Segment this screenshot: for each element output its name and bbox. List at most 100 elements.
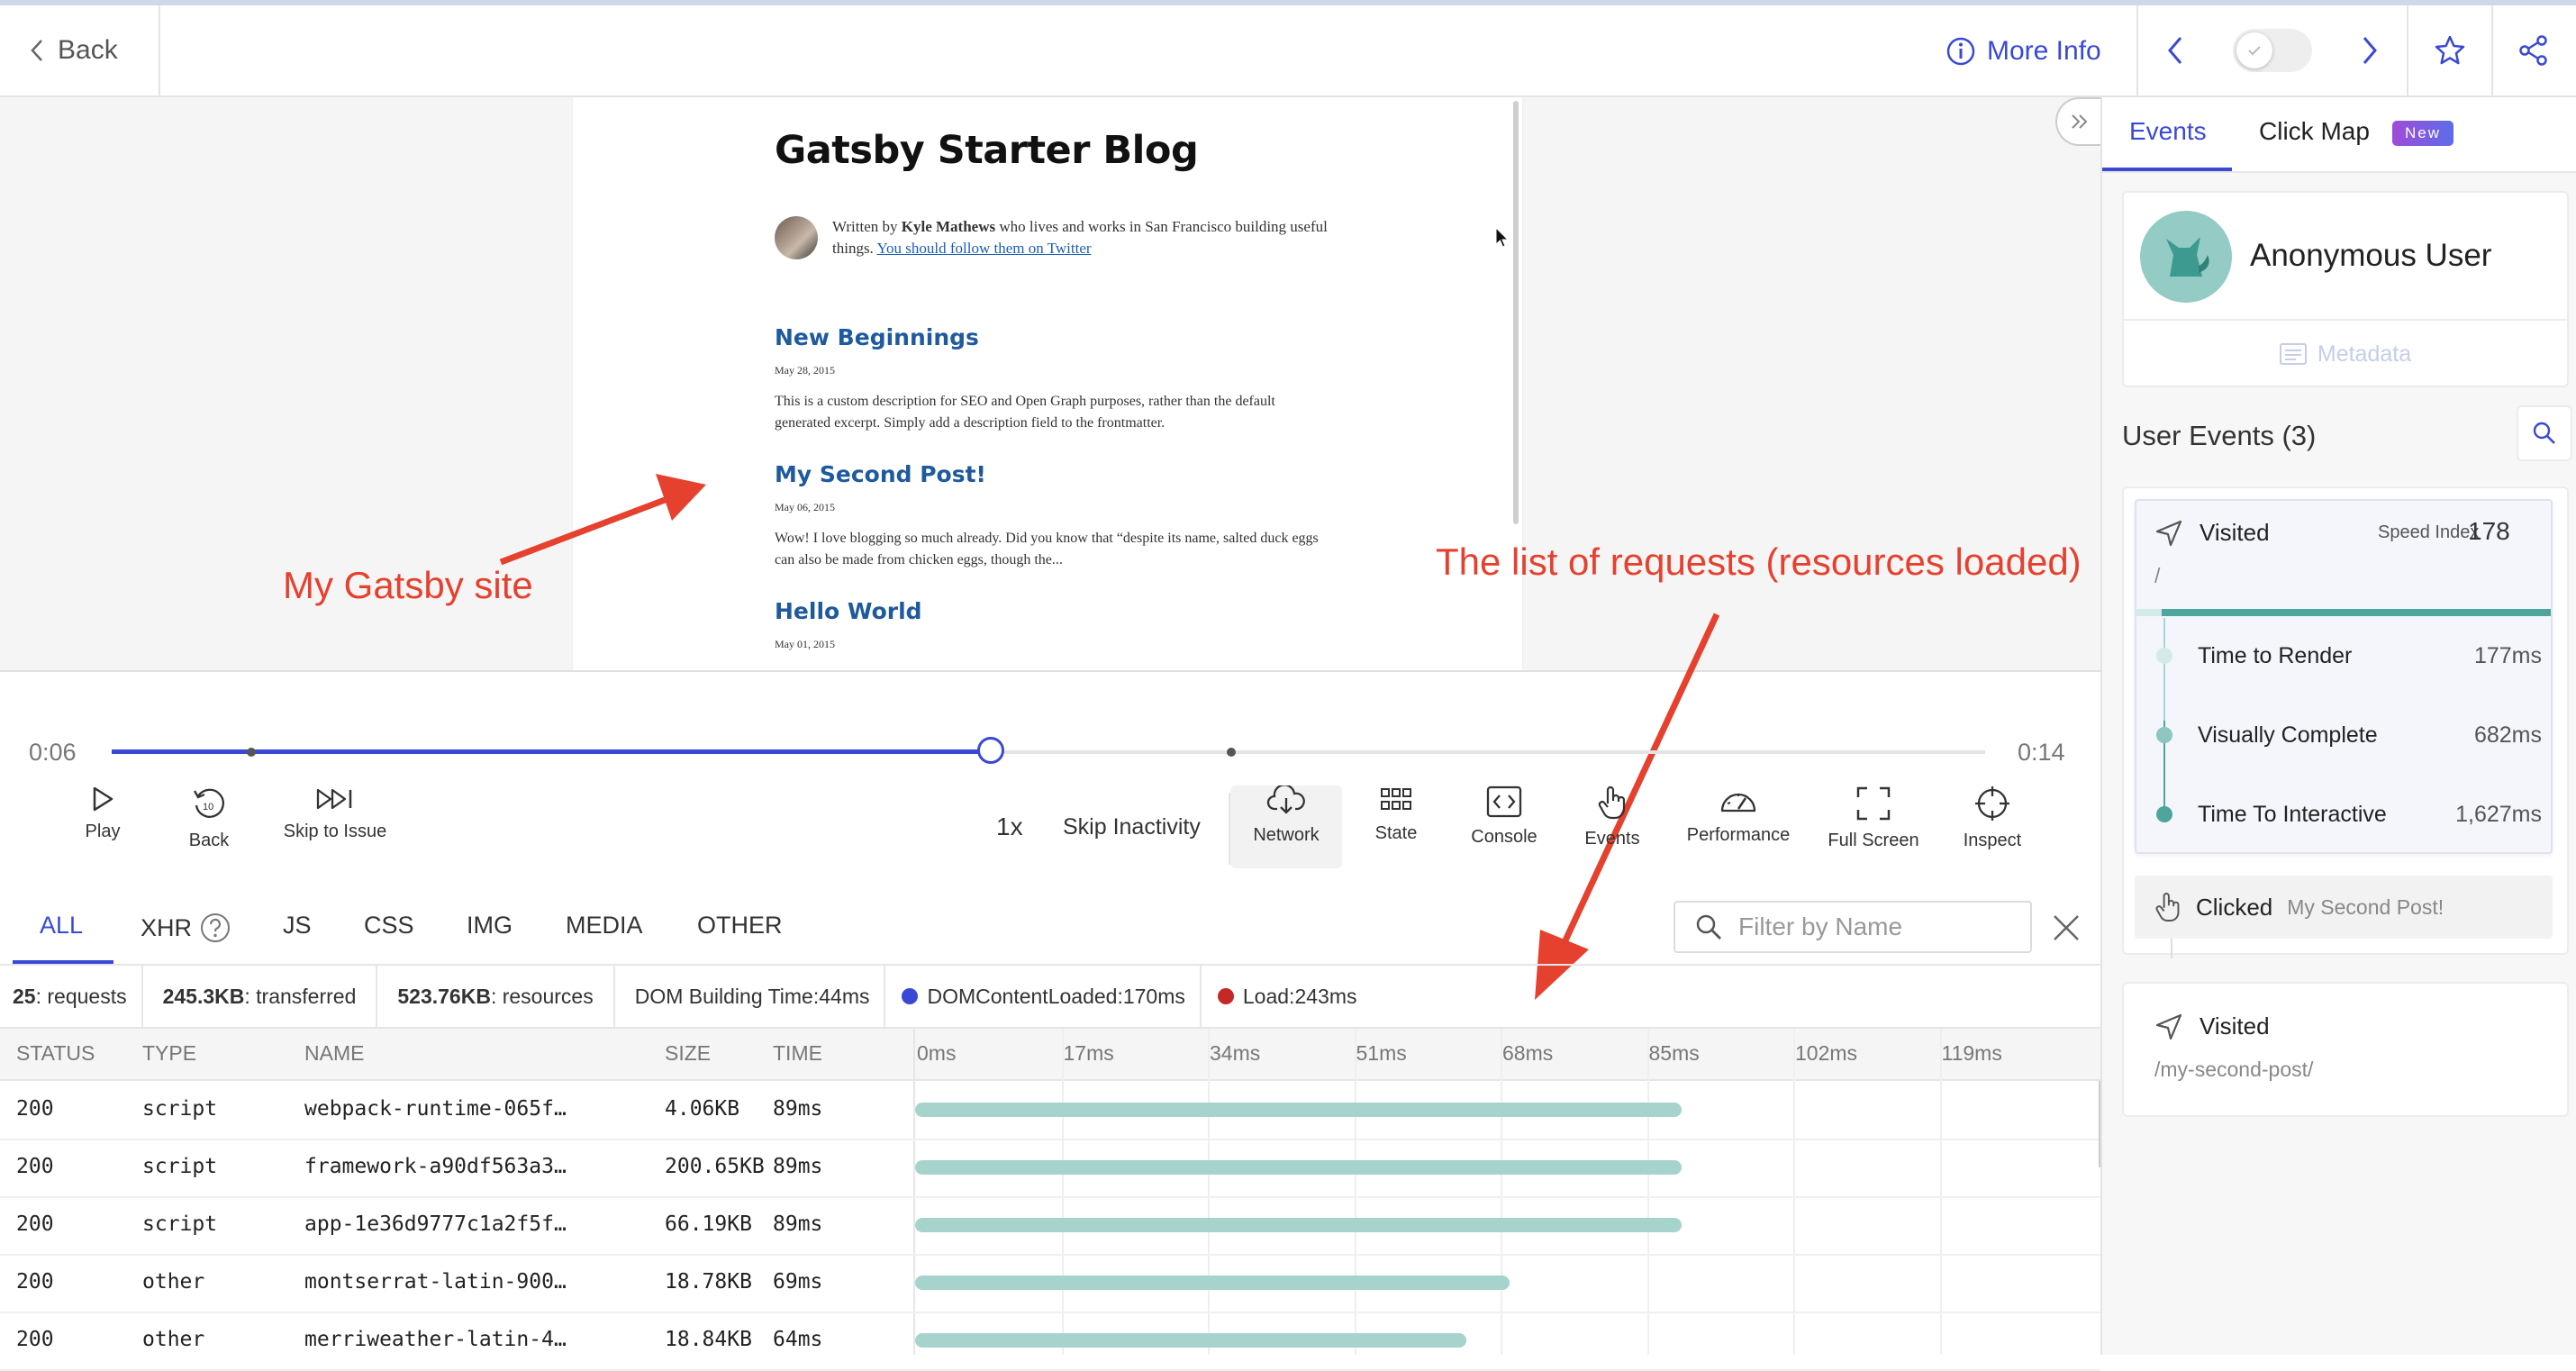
cell-time: 64ms — [773, 1328, 823, 1351]
tab-events[interactable]: Events — [2129, 117, 2207, 146]
close-network-panel-icon[interactable] — [2050, 912, 2082, 944]
skip-to-issue-label: Skip to Issue — [283, 822, 387, 841]
full-screen-button[interactable]: Full Screen — [1819, 785, 1927, 868]
summary-load-value: 243ms — [1294, 984, 1357, 1008]
tab-click-map[interactable]: Click Map — [2259, 117, 2370, 146]
code-brackets-icon — [1486, 785, 1522, 818]
waterfall-tick-label: 102ms — [1795, 1041, 1858, 1065]
filter-by-name-input[interactable]: Filter by Name — [1673, 901, 2032, 953]
author-bio: Written by Kyle Mathews who lives and wo… — [775, 216, 1337, 259]
performance-tool-button[interactable]: Performance — [1679, 785, 1798, 868]
column-header-name[interactable]: NAME — [304, 1041, 364, 1066]
post-date: May 06, 2015 — [775, 501, 835, 513]
timeline-event-marker[interactable] — [1227, 748, 1236, 757]
skip-to-issue-button[interactable]: Skip to Issue — [281, 785, 389, 868]
tab-js[interactable]: JS — [283, 912, 312, 940]
waterfall-tick-label: 0ms — [917, 1041, 957, 1065]
cell-time: 89ms — [773, 1212, 823, 1236]
summary-requests-value: 25 — [13, 984, 36, 1008]
cell-type: script — [142, 1097, 218, 1121]
tab-css[interactable]: CSS — [364, 912, 414, 940]
tab-xhr-label: XHR — [141, 913, 193, 941]
waterfall-bar[interactable] — [915, 1160, 1682, 1175]
clicked-event-row[interactable]: Clicked My Second Post! — [2135, 876, 2553, 939]
post-title-link[interactable]: Hello World — [775, 598, 922, 624]
column-header-status[interactable]: STATUS — [16, 1041, 95, 1066]
recorded-page: Gatsby Starter Blog Written by Kyle Math… — [573, 97, 1522, 670]
total-time: 0:14 — [2018, 739, 2065, 766]
twitter-link[interactable]: You should follow them on Twitter — [876, 240, 1091, 257]
annotation-requests-list: The list of requests (resources loaded) — [1436, 540, 2082, 583]
timeline-event-marker[interactable] — [247, 748, 256, 757]
post-date: May 28, 2015 — [775, 364, 835, 377]
metric-value: 1,627ms — [2455, 802, 2542, 827]
search-events-button[interactable] — [2517, 405, 2572, 461]
events-label: Events — [1584, 829, 1640, 849]
skip-inactivity-toggle[interactable]: Skip Inactivity — [1063, 814, 1201, 840]
svg-text:10: 10 — [203, 802, 213, 813]
network-tool-button[interactable]: Network — [1230, 785, 1342, 868]
gauge-icon — [1720, 793, 1756, 813]
metadata-button[interactable]: Metadata — [2124, 319, 2567, 387]
waterfall-tick-label: 51ms — [1356, 1041, 1407, 1065]
cell-size: 200.65KB — [665, 1155, 765, 1178]
summary-load: Load: 243ms — [1202, 966, 1372, 1027]
back-button[interactable]: Back — [0, 5, 160, 95]
toggle-knob — [2236, 32, 2272, 68]
help-icon[interactable] — [199, 912, 231, 944]
autoplay-toggle[interactable] — [2233, 29, 2312, 72]
post-description: Wow! I love blogging so much already. Di… — [775, 531, 1319, 567]
speed-index-label: Speed Index — [2378, 522, 2480, 542]
page-scrollbar[interactable] — [1513, 101, 1519, 524]
summary-dom-building: DOM Building Time: 44ms — [615, 966, 886, 1027]
column-header-time[interactable]: TIME — [773, 1041, 822, 1066]
tab-other[interactable]: OTHER — [697, 912, 783, 940]
cell-size: 4.06KB — [665, 1097, 740, 1121]
column-header-size[interactable]: SIZE — [665, 1041, 711, 1066]
more-info-button[interactable]: More Info — [1946, 27, 2101, 76]
waterfall-tick-label: 34ms — [1210, 1041, 1261, 1065]
collapse-panel-button[interactable] — [2055, 97, 2102, 146]
tab-all[interactable]: ALL — [40, 912, 83, 940]
waterfall-bar[interactable] — [915, 1333, 1466, 1348]
author-avatar — [775, 216, 818, 259]
crosshair-icon — [1975, 786, 2009, 821]
playback-speed-button[interactable]: 1x — [996, 813, 1023, 841]
star-icon — [2435, 35, 2465, 65]
previous-session-button[interactable] — [2165, 35, 2185, 66]
tab-media[interactable]: MEDIA — [566, 912, 643, 940]
fox-avatar-icon — [2166, 237, 2209, 277]
post-title-link[interactable]: New Beginnings — [775, 324, 979, 350]
visited-event-card[interactable] — [2122, 982, 2569, 1117]
visited-path: / — [2154, 564, 2161, 587]
visited-event-card[interactable] — [2135, 499, 2553, 854]
waterfall-bar[interactable] — [915, 1218, 1682, 1232]
summary-dom-value: 44ms — [819, 984, 870, 1008]
waterfall-bar[interactable] — [915, 1103, 1682, 1117]
column-header-type[interactable]: TYPE — [142, 1041, 196, 1066]
current-time: 0:06 — [29, 739, 77, 766]
share-button[interactable] — [2491, 5, 2576, 95]
cell-status: 200 — [16, 1097, 54, 1121]
tab-img[interactable]: IMG — [467, 912, 512, 940]
metric-label: Time To Interactive — [2198, 802, 2387, 827]
next-session-button[interactable] — [2360, 35, 2380, 66]
post-title-link[interactable]: My Second Post! — [775, 461, 986, 487]
events-tool-button[interactable]: Events — [1567, 785, 1657, 868]
post-date: May 01, 2015 — [775, 638, 835, 650]
inspect-tool-button[interactable]: Inspect — [1947, 785, 2037, 868]
metric-dot — [2156, 648, 2172, 664]
state-tool-button[interactable]: State — [1351, 785, 1441, 868]
metric-value: 177ms — [2473, 643, 2542, 668]
favorite-button[interactable] — [2408, 5, 2493, 95]
tab-xhr[interactable]: XHR — [141, 912, 231, 944]
cell-name: framework-a90df563a3… — [304, 1155, 567, 1178]
waterfall-bar[interactable] — [915, 1276, 1510, 1290]
summary-transferred-value: 245.3KB — [162, 984, 245, 1008]
cell-type: script — [142, 1212, 218, 1236]
console-tool-button[interactable]: Console — [1459, 785, 1549, 868]
play-button[interactable]: Play — [76, 785, 130, 868]
timeline-scrubber[interactable] — [977, 737, 1004, 764]
summary-dcl-label: DOMContentLoaded: — [927, 984, 1123, 1008]
rewind-button[interactable]: 10 Back — [182, 785, 236, 868]
